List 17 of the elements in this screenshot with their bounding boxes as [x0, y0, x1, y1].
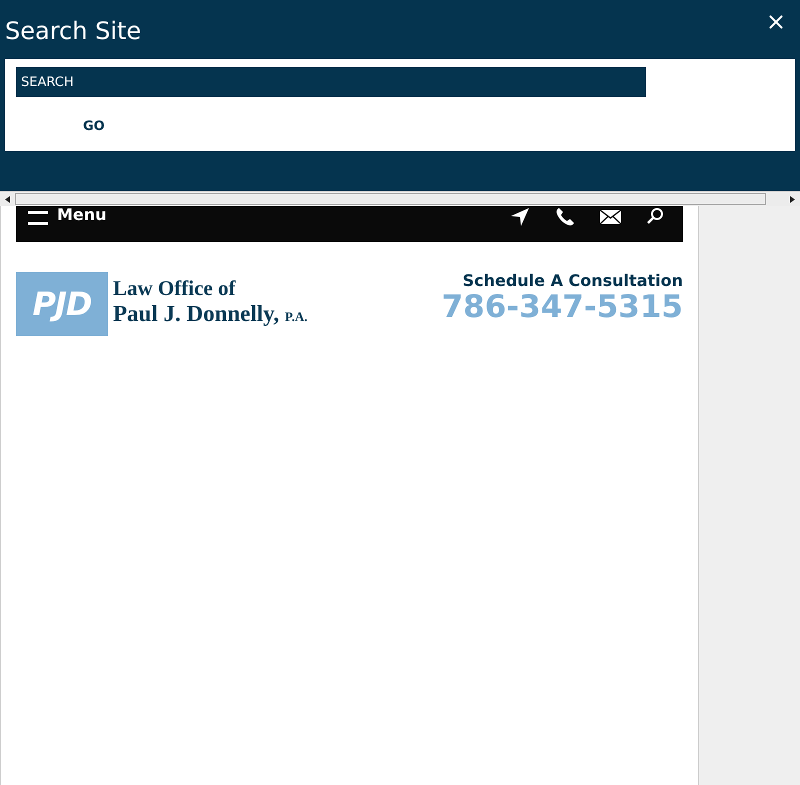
right-arrow-icon	[790, 196, 795, 202]
left-arrow-icon	[5, 196, 10, 202]
phone-icon[interactable]	[555, 207, 575, 227]
location-arrow-icon[interactable]	[510, 207, 530, 227]
logo-monogram: PJD	[16, 272, 108, 336]
horizontal-scrollbar[interactable]	[0, 191, 800, 206]
scroll-thumb[interactable]	[15, 193, 766, 205]
consultation-label: Schedule A Consultation	[462, 272, 683, 290]
envelope-icon[interactable]	[600, 209, 621, 225]
overlay-title: Search Site	[5, 17, 142, 45]
logo-line: Paul J. Donnelly, P.A.	[113, 300, 308, 328]
hamburger-icon	[28, 211, 48, 225]
menu-button[interactable]: Menu	[28, 206, 107, 225]
logo-line: Law Office of	[113, 274, 237, 300]
search-icon[interactable]	[646, 207, 664, 225]
go-button[interactable]: GO	[82, 119, 106, 135]
search-field[interactable]: SEARCH	[16, 67, 646, 97]
